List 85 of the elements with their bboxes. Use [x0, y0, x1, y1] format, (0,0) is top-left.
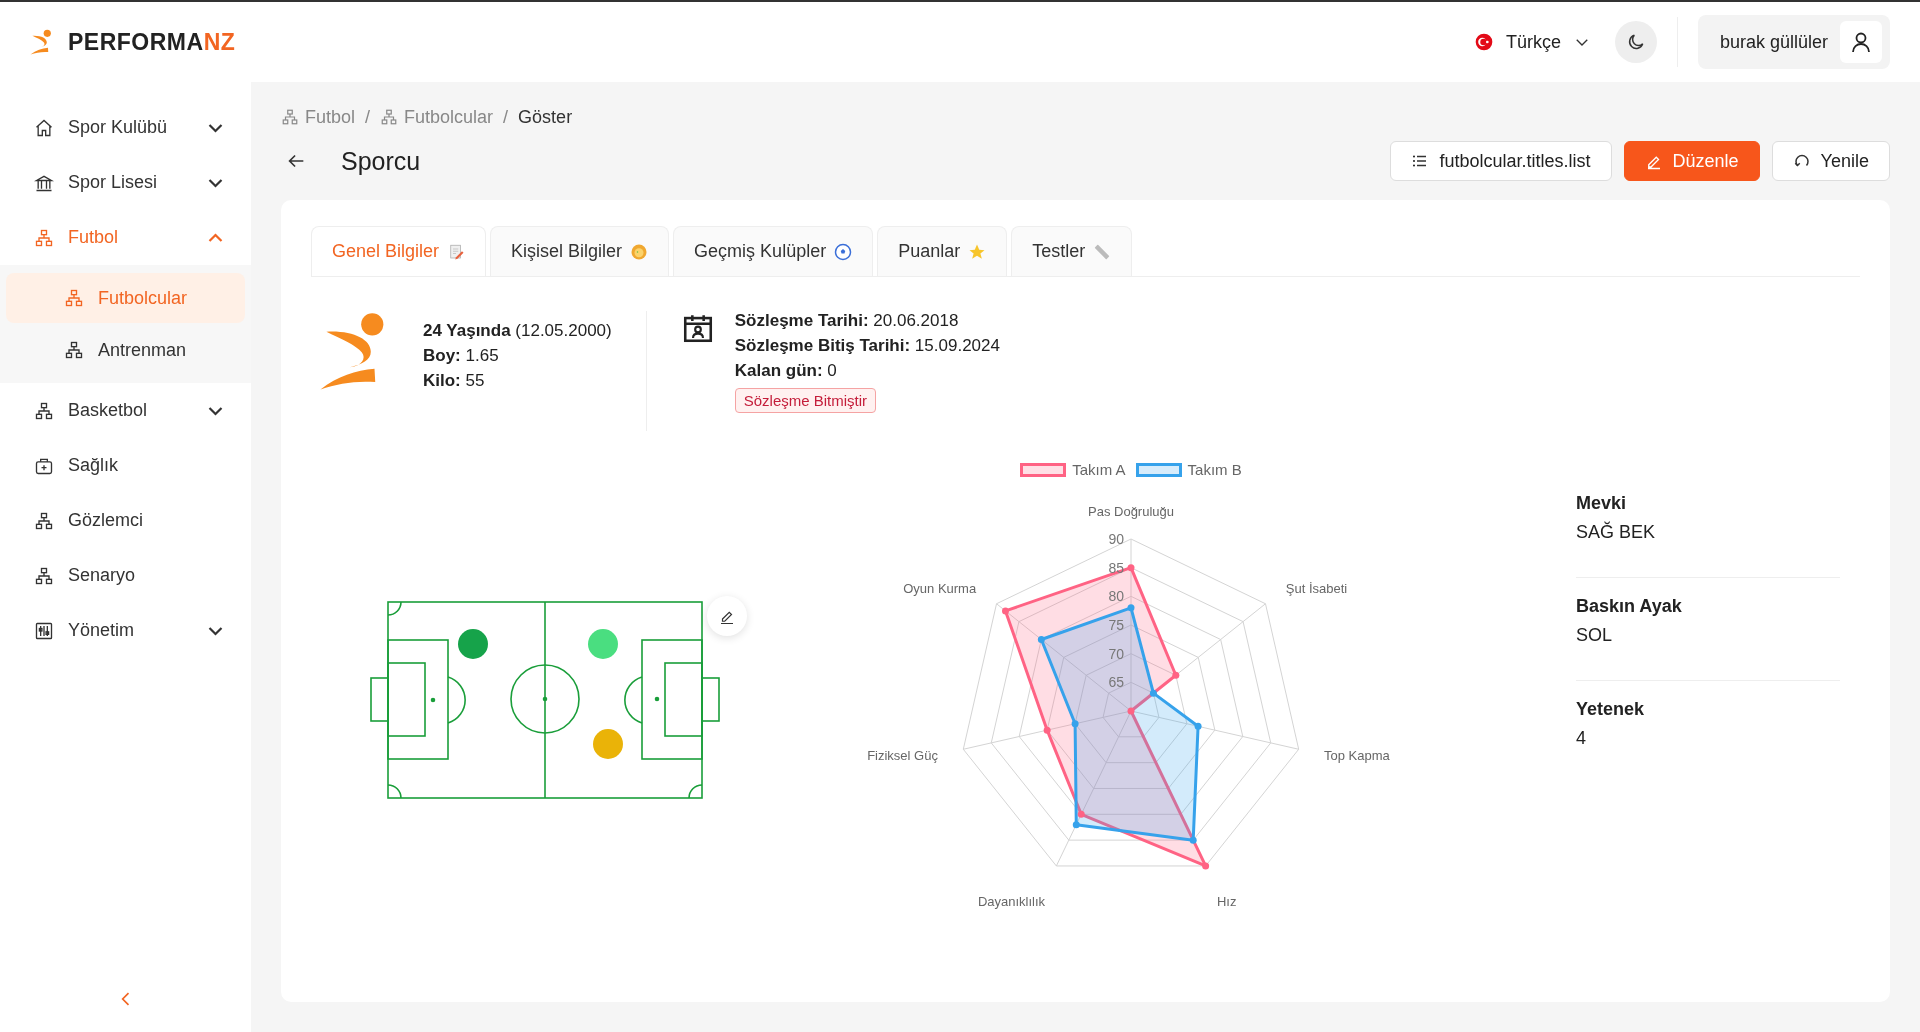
data-point — [1127, 707, 1135, 715]
tab[interactable]: Geçmiş Kulüpler — [673, 226, 874, 276]
data-point — [1072, 821, 1080, 829]
flag-icon — [1473, 32, 1494, 52]
tick-label: 80 — [1108, 588, 1124, 605]
axis-label: Şut İsabeti — [1285, 580, 1348, 596]
hierarchy-icon — [34, 400, 54, 421]
sidebar-item[interactable]: Basketbol — [0, 383, 251, 438]
goal — [701, 676, 720, 722]
ball-icon — [834, 242, 853, 261]
contract-line: Kalan gün: 0 — [734, 361, 838, 381]
data-point — [1037, 636, 1045, 643]
sidebar-item[interactable]: Senaryo — [0, 548, 251, 603]
list-button[interactable]: futbolcular.titles.list — [1390, 141, 1612, 181]
sidebar-item[interactable]: Yönetim — [0, 603, 251, 658]
data-point — [1002, 607, 1009, 615]
contract-line: Sözleşme Bitiş Tarihi: 15.09.2024 — [734, 336, 1000, 356]
language-selector[interactable]: Türkçe — [1469, 27, 1595, 57]
profile-line: Kilo: 55 — [423, 371, 486, 391]
tick-label: 75 — [1108, 617, 1124, 633]
legend-label: Takım B — [1187, 461, 1242, 478]
runner-logo — [30, 28, 54, 56]
data-point — [1043, 726, 1051, 734]
breadcrumb-separator: / — [365, 106, 371, 128]
breadcrumb-separator: / — [503, 106, 509, 128]
memo-icon — [447, 242, 466, 261]
user-menu[interactable]: burak güllüler — [1697, 15, 1890, 69]
breadcrumb-current: Göster — [518, 106, 573, 128]
data-point — [1202, 862, 1210, 870]
data-point — [1149, 689, 1157, 697]
data-point — [1127, 604, 1135, 612]
contract-line: Sözleşme Tarihi: 20.06.2018 — [734, 311, 960, 331]
home-icon — [34, 117, 54, 138]
legend-label: Takım A — [1072, 461, 1126, 478]
sidebar-item[interactable]: Spor Lisesi — [0, 155, 251, 210]
axis-label: Dayanıklılık — [977, 894, 1046, 910]
attribute-value: 4 — [1576, 728, 1587, 749]
tab[interactable]: Puanlar — [877, 226, 1008, 276]
sidebar-subitem[interactable]: Antrenman — [6, 325, 245, 375]
legend-swatch[interactable] — [1135, 462, 1182, 477]
axis-label: Hız — [1216, 894, 1237, 910]
sliders-icon — [34, 620, 54, 641]
sidebar-item[interactable]: Gözlemci — [0, 493, 251, 548]
sidebar-item[interactable]: Sağlık — [0, 438, 251, 493]
tab[interactable]: Kişisel Bilgiler — [490, 226, 670, 276]
attribute-label: Baskın Ayak — [1576, 596, 1683, 617]
profile-line: Boy: 1.65 — [423, 346, 500, 366]
refresh-button[interactable]: Yenile — [1771, 141, 1890, 181]
tab[interactable]: Testler — [1011, 226, 1133, 276]
attribute-value: SOL — [1576, 625, 1614, 646]
page-title: Sporcu — [341, 146, 421, 176]
hierarchy-icon — [34, 227, 54, 248]
theme-toggle[interactable] — [1614, 21, 1657, 63]
sidebar-item[interactable]: Spor Kulübü — [0, 100, 251, 155]
data-point — [1172, 671, 1180, 679]
attribute-label: Mevki — [1576, 493, 1628, 514]
goal — [370, 676, 389, 722]
data-point — [1077, 810, 1085, 818]
center-circle — [510, 663, 580, 734]
status-tag: Sözleşme Bitmiştir — [734, 388, 877, 413]
tick-label: 65 — [1108, 674, 1124, 691]
data-point — [1189, 836, 1197, 844]
user-icon — [1849, 30, 1873, 54]
legend-swatch[interactable] — [1020, 462, 1067, 477]
hierarchy-icon — [380, 108, 399, 126]
hierarchy-icon — [281, 108, 299, 126]
data-point — [1127, 564, 1135, 572]
brand-name: PERFORMANZ — [68, 28, 236, 56]
hierarchy-icon — [34, 565, 54, 586]
profile-line: 24 Yaşında (12.05.2000) — [423, 321, 612, 341]
hierarchy-icon — [64, 288, 84, 308]
hierarchy-icon — [34, 510, 54, 531]
attribute-label: Yetenek — [1576, 699, 1646, 720]
tick-label: 70 — [1108, 645, 1124, 662]
data-point — [1194, 722, 1202, 730]
edit-button[interactable] — [707, 595, 747, 636]
axis-label: Oyun Kurma — [903, 580, 977, 596]
axis-label: Top Kapma — [1324, 748, 1390, 764]
hierarchy-icon — [64, 340, 84, 360]
attribute-value: SAĞ BEK — [1576, 522, 1657, 543]
axis-label: Pas Doğruluğu — [1088, 504, 1174, 519]
refresh-icon — [1792, 152, 1811, 170]
tick-label: 90 — [1108, 531, 1124, 547]
axis-label: Fiziksel Güç — [867, 748, 938, 764]
data-point — [1071, 720, 1079, 728]
